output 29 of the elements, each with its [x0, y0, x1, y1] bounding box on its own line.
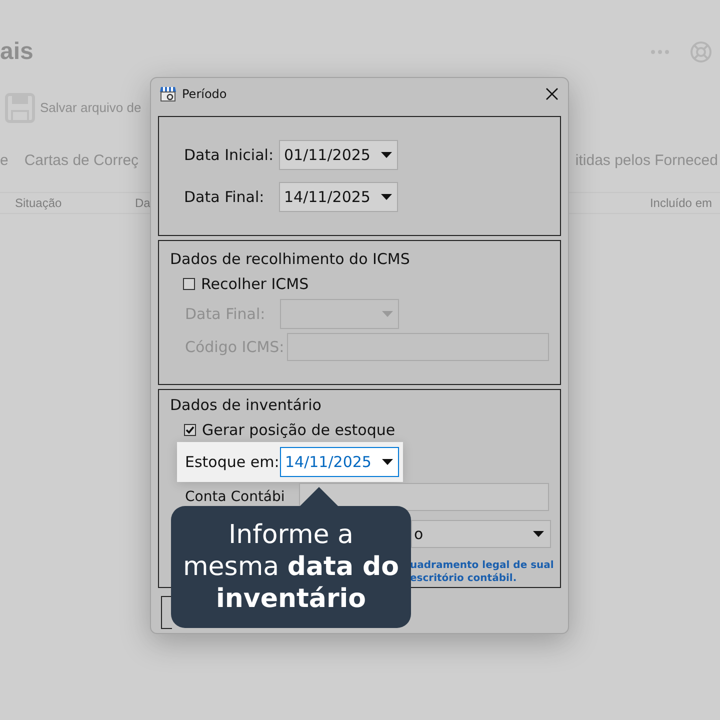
- group-heading: Dados de recolhimento do ICMS: [170, 249, 411, 270]
- field-label: Data Final:: [184, 186, 266, 208]
- callout-text: Informe a mesma data do inventário: [182, 519, 400, 615]
- select-dropdown[interactable]: o: [411, 520, 551, 548]
- icms-code-field[interactable]: [287, 333, 549, 361]
- field-label: Estoque em:: [185, 452, 280, 473]
- caret-icon: [382, 459, 393, 465]
- field-label: Conta Contábi: [185, 488, 286, 506]
- group-heading: Dados de inventário: [170, 395, 322, 416]
- caret-icon: [382, 311, 393, 317]
- caret-icon: [381, 152, 392, 158]
- page-title: ais: [0, 37, 34, 67]
- window-title: Período: [182, 86, 227, 103]
- date-dropdown[interactable]: 01/11/2025: [279, 140, 398, 170]
- date-dropdown[interactable]: 14/11/2025: [279, 182, 398, 212]
- checkbox[interactable]: [184, 424, 196, 436]
- checkbox-label: Recolher ICMS: [201, 274, 309, 294]
- note-text: escritório contábil.: [410, 572, 518, 585]
- close-icon[interactable]: [546, 88, 558, 100]
- caret-icon: [381, 194, 392, 200]
- field-label: Data Inicial:: [184, 144, 275, 166]
- caret-icon: [533, 531, 544, 537]
- date-dropdown[interactable]: 14/11/2025: [280, 447, 399, 477]
- checkbox-label: Gerar posição de estoque: [202, 420, 396, 440]
- column-header: Situação: [15, 195, 63, 212]
- column-header: Incluído em: [650, 195, 712, 212]
- column-header: Da: [135, 195, 150, 212]
- note-text: uadramento legal de sual: [410, 559, 555, 572]
- store-icon: [160, 86, 176, 102]
